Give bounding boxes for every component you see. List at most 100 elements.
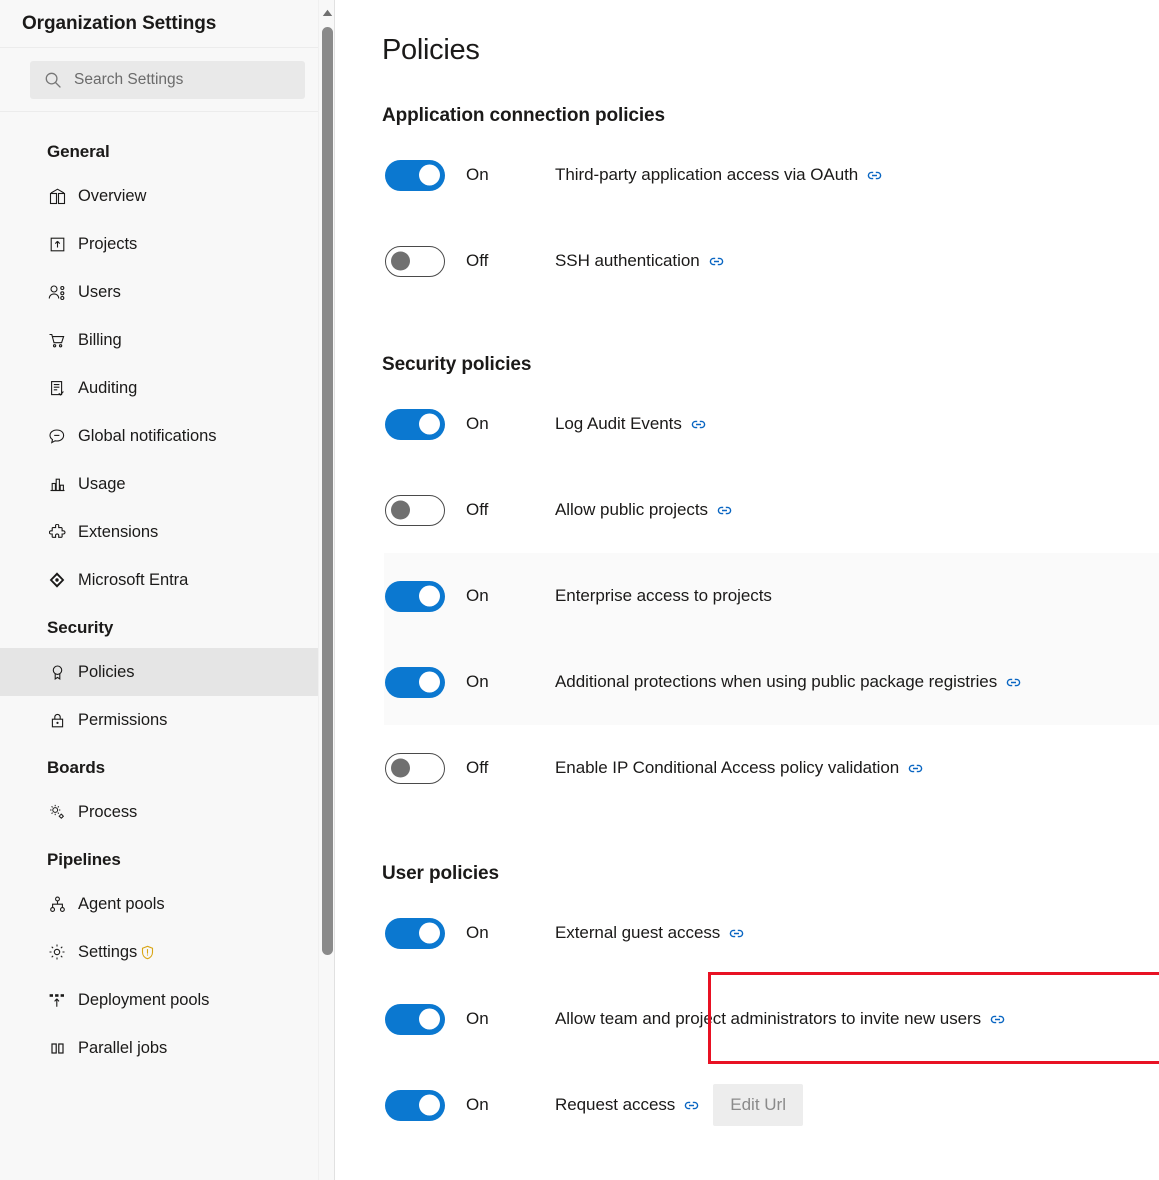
sidebar-item-label: Extensions (78, 522, 159, 541)
scrollbar-thumb[interactable] (322, 27, 333, 955)
link-icon[interactable] (691, 417, 706, 432)
sidebar-item-label: Deployment pools (78, 990, 210, 1009)
sidebar-nav: General Overview Projects Users Billing … (0, 112, 335, 1072)
usage-icon (47, 474, 67, 494)
policy-label: Allow public projects (555, 500, 708, 519)
policy-toggle[interactable] (385, 1003, 445, 1035)
link-icon[interactable] (729, 926, 744, 941)
sidebar-item-extensions[interactable]: Extensions (0, 508, 335, 556)
policy-row: On Request access Edit Url (384, 1062, 1159, 1148)
sidebar-item-auditing[interactable]: Auditing (0, 364, 335, 412)
policy-state: On (466, 1009, 489, 1028)
sidebar-header: Organization Settings (0, 0, 335, 48)
policy-toggle[interactable] (385, 159, 445, 191)
policy-row: Off Allow public projects (384, 467, 1159, 553)
policy-toggle[interactable] (385, 752, 445, 784)
policy-toggle[interactable] (385, 917, 445, 949)
sidebar-item-label: Global notifications (78, 426, 217, 445)
policy-row: On Third-party application access via OA… (384, 132, 1159, 218)
policy-toggle[interactable] (385, 408, 445, 440)
link-icon[interactable] (684, 1098, 699, 1113)
policy-label-container: Enable IP Conditional Access policy vali… (555, 758, 923, 778)
policy-label: Request access (555, 1095, 676, 1114)
section-user-policies: User policies On External guest access O… (382, 863, 1159, 1148)
policy-row: On Log Audit Events (384, 381, 1159, 467)
policy-state: On (466, 165, 489, 184)
sidebar-item-label: Usage (78, 474, 126, 493)
sidebar-item-policies[interactable]: Policies (0, 648, 335, 696)
policy-row: On Enterprise access to projects (384, 553, 1159, 639)
search-box[interactable] (30, 60, 305, 99)
policy-row: Off Enable IP Conditional Access policy … (384, 725, 1159, 811)
link-icon[interactable] (990, 1012, 1005, 1027)
sidebar-item-projects[interactable]: Projects (0, 220, 335, 268)
policies-icon (47, 662, 67, 682)
sidebar-scrollbar[interactable] (318, 0, 335, 1180)
policy-toggle[interactable] (385, 666, 445, 698)
sidebar-item-global-notifications[interactable]: Global notifications (0, 412, 335, 460)
toggle-knob (419, 1094, 440, 1116)
sidebar-title: Organization Settings (22, 12, 217, 34)
sidebar-item-label: Process (78, 802, 138, 821)
policy-toggle[interactable] (385, 245, 445, 277)
sidebar-item-label: Settings (78, 942, 138, 961)
sidebar-item-label: Agent pools (78, 894, 165, 913)
auditing-icon (47, 378, 67, 398)
link-icon[interactable] (717, 503, 732, 518)
section-title: Security policies (382, 354, 532, 375)
sidebar-item-label: Microsoft Entra (78, 570, 189, 589)
agent-pools-icon (47, 894, 67, 914)
sidebar-item-usage[interactable]: Usage (0, 460, 335, 508)
policy-state: Off (466, 251, 489, 270)
policy-row: On Additional protections when using pub… (384, 639, 1159, 725)
chevron-up-icon[interactable] (319, 4, 335, 21)
process-icon (47, 802, 67, 822)
sidebar-item-deployment-pools[interactable]: Deployment pools (0, 976, 335, 1024)
toggle-knob (419, 1008, 440, 1030)
policy-label-container: External guest access (555, 923, 744, 943)
sidebar-item-agent-pools[interactable]: Agent pools (0, 880, 335, 928)
policy-label-container: Log Audit Events (555, 414, 706, 434)
sidebar-item-billing[interactable]: Billing (0, 316, 335, 364)
link-icon[interactable] (867, 168, 882, 183)
sidebar-group-general: General (47, 142, 110, 161)
section-application-connection-policies: Application connection policies On Third… (382, 105, 1159, 304)
sidebar-group-security: Security (47, 618, 114, 637)
policy-toggle[interactable] (385, 580, 445, 612)
toggle-knob (419, 164, 440, 186)
link-icon[interactable] (709, 254, 724, 269)
search-input[interactable] (72, 69, 305, 90)
page-title: Policies (382, 34, 480, 66)
sidebar-item-process[interactable]: Process (0, 788, 335, 836)
policy-label: Allow team and project administrators to… (555, 1009, 982, 1028)
policy-toggle[interactable] (385, 1089, 445, 1121)
edit-url-button[interactable]: Edit Url (713, 1084, 803, 1126)
toggle-knob (391, 251, 410, 271)
policy-label: SSH authentication (555, 251, 700, 270)
sidebar-group-pipelines: Pipelines (47, 850, 121, 869)
settings-sidebar: Organization Settings General (0, 0, 335, 1180)
sidebar-item-label: Projects (78, 234, 138, 253)
sidebar-group-boards: Boards (47, 758, 105, 777)
sidebar-item-parallel-jobs[interactable]: Parallel jobs (0, 1024, 335, 1072)
sidebar-item-label: Policies (78, 662, 135, 681)
policy-label: Third-party application access via OAuth (555, 165, 859, 184)
policy-state: On (466, 414, 489, 433)
sidebar-item-overview[interactable]: Overview (0, 172, 335, 220)
lock-icon (47, 710, 67, 730)
link-icon[interactable] (1006, 675, 1021, 690)
toggle-knob (419, 922, 440, 944)
sidebar-item-settings[interactable]: Settings (0, 928, 335, 976)
policy-toggle[interactable] (385, 494, 445, 526)
link-icon[interactable] (908, 761, 923, 776)
sidebar-item-permissions[interactable]: Permissions (0, 696, 335, 744)
section-title: User policies (382, 863, 499, 884)
policy-row-highlighted: On Allow team and project administrators… (384, 976, 1159, 1062)
policy-label: Additional protections when using public… (555, 672, 998, 691)
policy-label-container: SSH authentication (555, 251, 724, 271)
policy-label: Log Audit Events (555, 414, 682, 433)
sidebar-item-users[interactable]: Users (0, 268, 335, 316)
deployment-pools-icon (47, 990, 67, 1010)
sidebar-item-microsoft-entra[interactable]: Microsoft Entra (0, 556, 335, 604)
policy-state: On (466, 672, 489, 691)
